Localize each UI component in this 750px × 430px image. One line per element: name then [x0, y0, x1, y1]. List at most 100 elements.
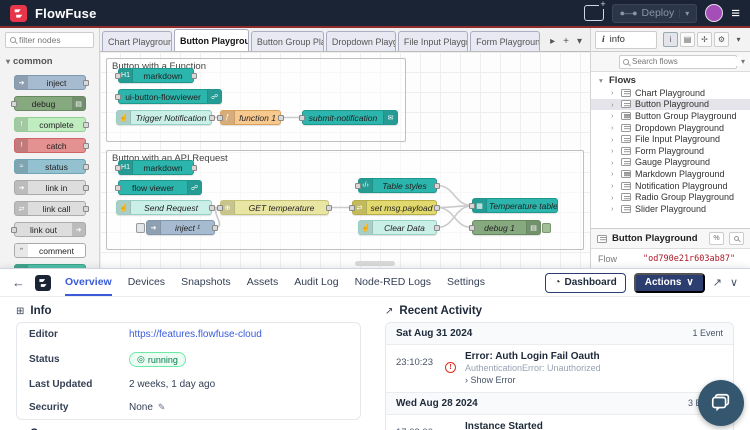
flow-icon: [621, 89, 631, 97]
tab-overview[interactable]: Overview: [65, 269, 112, 296]
tab-button-playground[interactable]: Button Playground: [174, 29, 249, 51]
tree-item-chart-playground[interactable]: ›Chart Playground: [591, 87, 750, 99]
node-send-request[interactable]: ☝Send Request: [116, 200, 212, 215]
dashboard-button[interactable]: ◔Dashboard: [545, 273, 625, 293]
tree-item-markdown-playground[interactable]: ›Markdown Playground: [591, 168, 750, 180]
flow-list-icon[interactable]: ▾: [577, 36, 582, 47]
markdown-h1-icon: H1: [119, 161, 133, 174]
info-tab-icon[interactable]: i: [663, 32, 678, 47]
palette-filter[interactable]: [5, 32, 94, 48]
flow-canvas[interactable]: Button with a Function H1markdown ui-but…: [100, 52, 590, 268]
palette-node-link-call[interactable]: ⇄link call: [14, 201, 86, 216]
status-icon: ≈: [15, 160, 28, 173]
tab-snapshots[interactable]: Snapshots: [181, 269, 231, 296]
tree-item-notification-playground[interactable]: ›Notification Playground: [591, 180, 750, 192]
activity-date-row: Wed Aug 28 2024 3 Events: [386, 393, 733, 415]
tab-settings[interactable]: Settings: [447, 269, 485, 296]
filter-nodes-input[interactable]: [19, 35, 89, 45]
search-flows-box[interactable]: [619, 55, 737, 69]
node-markdown-2[interactable]: H1markdown: [118, 160, 194, 175]
event-count-badge: 1 Event: [692, 328, 723, 339]
tab-file-input-playground[interactable]: File Input Playgrou: [398, 31, 468, 51]
node-temperature-table[interactable]: ▦Temperature table: [472, 198, 558, 213]
editor-url-link[interactable]: https://features.flowfuse-cloud: [129, 329, 262, 340]
collapse-panel-icon[interactable]: ∨: [730, 276, 738, 289]
tab-button-group-playground[interactable]: Button Group Playg: [251, 31, 324, 51]
sidebar-caret-icon[interactable]: ▾: [731, 32, 746, 47]
tab-node-red-logs[interactable]: Node-RED Logs: [355, 269, 431, 296]
search-options-caret-icon[interactable]: ▾: [741, 57, 745, 66]
tab-scroll-right-icon[interactable]: ▸: [550, 36, 555, 47]
tree-root-flows[interactable]: ▾Flows: [591, 74, 750, 87]
tab-chart-playground[interactable]: Chart Playground: [102, 31, 172, 51]
add-flow-icon[interactable]: +: [563, 36, 569, 47]
export-snapshot-icon[interactable]: [584, 5, 604, 21]
node-trigger-notification[interactable]: ☝Trigger Notification: [116, 110, 212, 125]
button-press-icon: ☝: [359, 221, 373, 234]
tree-item-gauge-playground[interactable]: ›Gauge Playground: [591, 157, 750, 169]
palette-node-link-out[interactable]: link out➔: [14, 222, 86, 237]
palette-node-debug[interactable]: debug▤: [14, 96, 86, 111]
debug-messages-icon[interactable]: ✢: [697, 32, 712, 47]
node-set-msg-payload[interactable]: ⇄set msg.payload: [352, 200, 437, 215]
user-avatar[interactable]: [705, 4, 723, 22]
tab-dropdown-playground[interactable]: Dropdown Playgro: [326, 31, 396, 51]
top-navbar: FlowFuse ●—● Deploy ▾ ≡: [0, 0, 750, 28]
tab-assets[interactable]: Assets: [247, 269, 279, 296]
palette-node-status[interactable]: ≈status: [14, 159, 86, 174]
palette-node-complete[interactable]: !complete: [14, 117, 86, 132]
debug-toggle-button[interactable]: [542, 223, 551, 233]
chat-widget-button[interactable]: [698, 380, 744, 426]
copy-name-button[interactable]: %: [709, 232, 724, 245]
edit-security-icon[interactable]: ✎: [158, 402, 166, 413]
node-submit-notification[interactable]: submit-notification✉: [302, 110, 398, 125]
canvas-horizontal-scrollbar[interactable]: [355, 261, 395, 266]
node-inject-1[interactable]: ➔inject ¹: [146, 220, 215, 235]
node-get-temperature[interactable]: ⊕GET temperature: [220, 200, 329, 215]
palette-node-catch[interactable]: !catch: [14, 138, 86, 153]
sidebar-tab-info[interactable]: iinfo: [595, 31, 657, 49]
node-flow-viewer[interactable]: flow viewer☍: [118, 180, 202, 195]
debug-icon: ▤: [72, 97, 85, 110]
tree-item-form-playground[interactable]: ›Form Playground: [591, 145, 750, 157]
tab-devices[interactable]: Devices: [128, 269, 165, 296]
node-markdown[interactable]: H1markdown: [118, 68, 194, 83]
show-error-link[interactable]: › Show Error: [465, 375, 723, 385]
zoom-to-flow-button[interactable]: [729, 232, 744, 245]
activity-event-started[interactable]: 17:03:00 ➢ Instance Started Instance 'da…: [386, 415, 733, 430]
deploy-label: Deploy: [642, 7, 675, 19]
main-menu-icon[interactable]: ≡: [731, 6, 740, 21]
tree-item-dropdown-playground[interactable]: ›Dropdown Playground: [591, 122, 750, 134]
tree-item-button-playground[interactable]: ›Button Playground: [591, 99, 750, 111]
actions-button[interactable]: Actions∨: [634, 273, 705, 293]
settings-gear-icon[interactable]: ⚙: [714, 32, 729, 47]
palette-category-common[interactable]: ▾common: [0, 52, 99, 69]
deploy-nodes-icon: ●—●: [620, 8, 637, 18]
tree-item-slider-playground[interactable]: ›Slider Playground: [591, 203, 750, 215]
open-external-icon[interactable]: ↗: [713, 276, 722, 289]
tree-item-file-input-playground[interactable]: ›File Input Playground: [591, 133, 750, 145]
activity-event-error[interactable]: 23:10:23 ! Error: Auth Login Fail Oauth …: [386, 345, 733, 393]
inject-button[interactable]: [136, 223, 145, 233]
back-arrow-icon[interactable]: ←: [12, 275, 25, 290]
tree-item-radio-group-playground[interactable]: ›Radio Group Playground: [591, 191, 750, 203]
node-ui-button-flowviewer[interactable]: ui-button-flowviewer☍: [118, 89, 222, 104]
node-function-1[interactable]: ƒfunction 1: [220, 110, 281, 125]
palette-node-inject[interactable]: ➔inject: [14, 75, 86, 90]
deploy-button[interactable]: ●—● Deploy ▾: [612, 4, 698, 23]
node-clear-data[interactable]: ☝Clear Data: [358, 220, 437, 235]
search-flows-input[interactable]: [632, 57, 742, 66]
palette-node-link-in[interactable]: ➔link in: [14, 180, 86, 195]
tab-audit-log[interactable]: Audit Log: [294, 269, 338, 296]
node-debug-1[interactable]: debug 1▤: [472, 220, 541, 235]
help-book-icon[interactable]: ▤: [680, 32, 695, 47]
status-row: Status ◎running: [17, 346, 360, 373]
tab-form-playground[interactable]: Form Playground: [470, 31, 540, 51]
code-icon: ‹/›: [359, 179, 373, 192]
deploy-caret-icon[interactable]: ▾: [679, 9, 689, 18]
palette-node-comment[interactable]: ❞comment: [14, 243, 86, 258]
flowfuse-logo-icon[interactable]: [10, 5, 27, 22]
flow-tabbar: Chart Playground Button Playground Butto…: [100, 28, 590, 52]
tree-item-button-group-playground[interactable]: ›Button Group Playground: [591, 110, 750, 122]
node-table-styles[interactable]: ‹/›Table styles: [358, 178, 437, 193]
